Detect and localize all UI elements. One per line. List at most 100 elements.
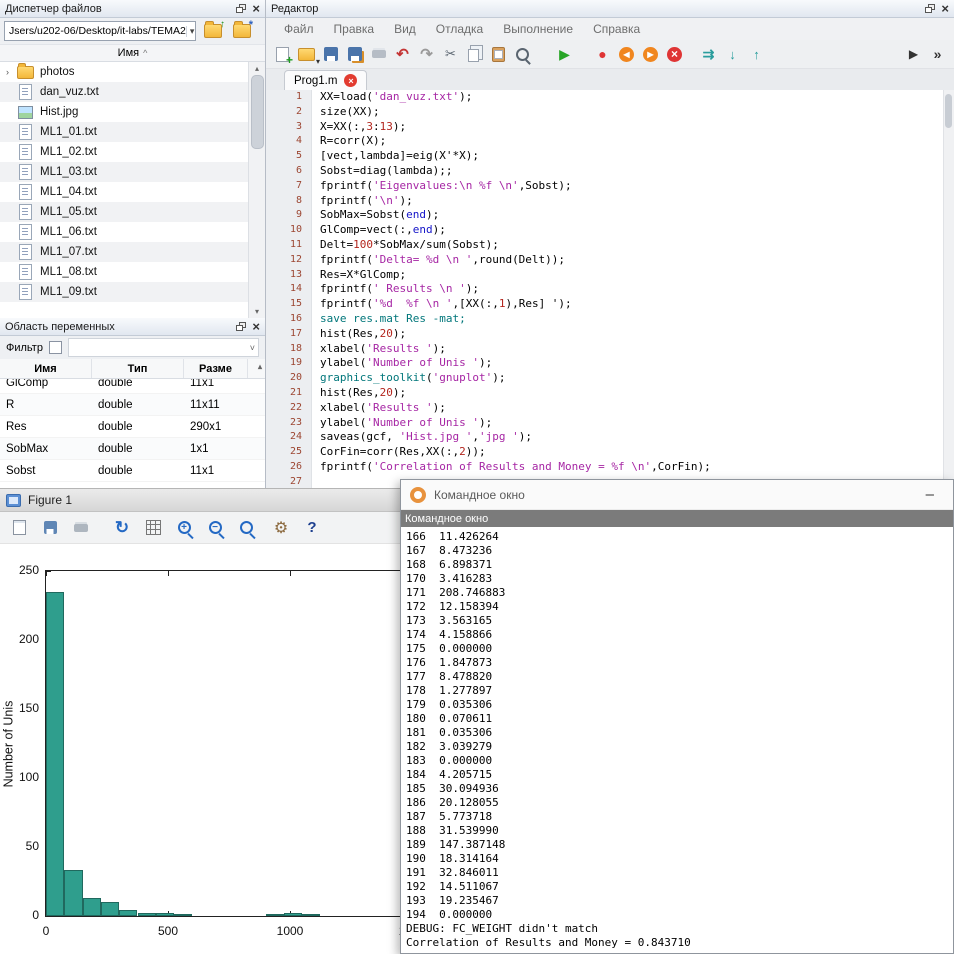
code-line[interactable]: 13Res=X*GlComp;	[266, 268, 944, 283]
code-line[interactable]: 11Delt=100*SobMax/sum(Sobst);	[266, 238, 944, 253]
tab-close-icon[interactable]: ×	[344, 74, 357, 87]
code-line[interactable]: 15fprintf('%d %f \n ',[XX(:,1),Res] ');	[266, 297, 944, 312]
column-type[interactable]: Тип	[92, 359, 184, 378]
list-item[interactable]: ML1_07.txt	[0, 242, 248, 262]
folder-actions-icon[interactable]: *	[229, 20, 254, 42]
find-icon[interactable]	[511, 43, 534, 66]
scroll-down-icon[interactable]: ▾	[255, 305, 259, 318]
menu-item[interactable]: Выполнение	[493, 20, 583, 38]
cut-icon[interactable]	[439, 43, 462, 66]
step-out-icon[interactable]	[745, 43, 768, 66]
breakpoint-icon[interactable]	[591, 43, 614, 66]
code-line[interactable]: 5[vect,lambda]=eig(X'*X);	[266, 149, 944, 164]
undock-icon[interactable]	[236, 4, 246, 13]
undock-icon[interactable]	[236, 322, 246, 331]
variable-row[interactable]: Resdouble290x1	[0, 416, 265, 438]
variable-row[interactable]: Rdouble11x11	[0, 394, 265, 416]
paste-icon[interactable]	[487, 43, 510, 66]
menu-item[interactable]: Справка	[583, 20, 650, 38]
code-line[interactable]: 18xlabel('Results ');	[266, 342, 944, 357]
minimize-icon[interactable]: –	[916, 486, 944, 503]
tab-prog1[interactable]: Prog1.m ×	[284, 70, 367, 90]
refresh-icon[interactable]	[110, 516, 134, 540]
next-breakpoint-icon[interactable]	[639, 43, 662, 66]
variable-row[interactable]: Sobstdouble11x1	[0, 460, 265, 482]
menu-item[interactable]: Правка	[324, 20, 385, 38]
code-line[interactable]: 10GlComp=vect(:,end);	[266, 223, 944, 238]
editor-scrollbar[interactable]	[943, 90, 954, 490]
filter-checkbox[interactable]	[49, 341, 62, 354]
code-line[interactable]: 21hist(Res,20);	[266, 386, 944, 401]
save-icon[interactable]	[319, 43, 342, 66]
code-line[interactable]: 3X=XX(:,3:13);	[266, 120, 944, 135]
overflow-icon[interactable]	[926, 43, 949, 66]
expander-icon[interactable]: ›	[6, 67, 17, 77]
list-item[interactable]: ML1_08.txt	[0, 262, 248, 282]
file-list-scrollbar[interactable]: ▴ ▾	[248, 62, 265, 318]
code-line[interactable]: 19ylabel('Number of Unis ');	[266, 356, 944, 371]
redo-icon[interactable]	[415, 43, 438, 66]
code-line[interactable]: 23ylabel('Number of Unis ');	[266, 416, 944, 431]
menu-item[interactable]: Вид	[384, 20, 426, 38]
undo-icon[interactable]	[391, 43, 414, 66]
zoom-out-icon[interactable]	[203, 516, 227, 540]
list-item[interactable]: Hist.jpg	[0, 102, 248, 122]
list-item[interactable]: ML1_02.txt	[0, 142, 248, 162]
code-line[interactable]: 7fprintf('Eigenvalues:\n %f \n',Sobst);	[266, 179, 944, 194]
sync-folder-icon[interactable]: ↑	[200, 20, 225, 42]
scrollbar-thumb[interactable]	[945, 94, 952, 128]
zoom-box-icon[interactable]	[234, 516, 258, 540]
save-as-icon[interactable]	[343, 43, 366, 66]
list-item[interactable]: dan_vuz.txt	[0, 82, 248, 102]
scroll-up-icon[interactable]: ▴	[255, 62, 259, 75]
code-line[interactable]: 26fprintf('Correlation of Results and Mo…	[266, 460, 944, 475]
code-line[interactable]: 20graphics_toolkit('gnuplot');	[266, 371, 944, 386]
path-combo[interactable]: Jsers/u202-06/Desktop/it-labs/TEMA2 ▾	[4, 21, 196, 41]
fig-print-icon[interactable]	[69, 516, 93, 540]
list-item[interactable]: ML1_03.txt	[0, 162, 248, 182]
prev-breakpoint-icon[interactable]	[615, 43, 638, 66]
combo-arrow-icon[interactable]: ▾	[186, 26, 195, 37]
list-item[interactable]: ML1_06.txt	[0, 222, 248, 242]
undock-icon[interactable]	[925, 4, 935, 13]
fig-new-icon[interactable]	[7, 516, 31, 540]
grid-icon[interactable]	[141, 516, 165, 540]
code-line[interactable]: 25CorFin=corr(Res,XX(:,2));	[266, 445, 944, 460]
code-editor[interactable]: 1XX=load('dan_vuz.txt');2size(XX);3X=XX(…	[266, 90, 944, 490]
filter-combo[interactable]: ˅	[68, 338, 259, 357]
run-secondary-icon[interactable]	[902, 43, 925, 66]
scrollbar-thumb[interactable]	[251, 75, 264, 149]
code-line[interactable]: 4R=corr(X);	[266, 134, 944, 149]
print-icon[interactable]	[367, 43, 390, 66]
command-window-output[interactable]: 166 11.426264167 8.473236168 6.898371170…	[401, 527, 953, 953]
command-window-dock-strip[interactable]: Командное окно	[401, 510, 953, 527]
close-icon[interactable]: ×	[941, 3, 949, 14]
fig-save-icon[interactable]	[38, 516, 62, 540]
variable-row[interactable]: SobMaxdouble1x1	[0, 438, 265, 460]
file-list-header[interactable]: Имя ^	[0, 44, 265, 62]
code-line[interactable]: 22xlabel('Results ');	[266, 401, 944, 416]
code-line[interactable]: 12fprintf('Delta= %d \n ',round(Delt));	[266, 253, 944, 268]
code-line[interactable]: 8fprintf('\n');	[266, 194, 944, 209]
close-icon[interactable]: ×	[252, 3, 260, 14]
menu-item[interactable]: Файл	[274, 20, 324, 38]
code-line[interactable]: 2size(XX);	[266, 105, 944, 120]
column-size[interactable]: Разме	[184, 359, 248, 378]
list-item[interactable]: ML1_05.txt	[0, 202, 248, 222]
close-icon[interactable]: ×	[252, 321, 260, 332]
run-icon[interactable]	[553, 43, 576, 66]
code-line[interactable]: 24saveas(gcf, 'Hist.jpg ','jpg ');	[266, 430, 944, 445]
step-in-icon[interactable]	[721, 43, 744, 66]
code-line[interactable]: 9SobMax=Sobst(end);	[266, 208, 944, 223]
list-item[interactable]: ML1_01.txt	[0, 122, 248, 142]
command-window-titlebar[interactable]: Командное окно –	[401, 480, 953, 510]
list-item[interactable]: ML1_09.txt	[0, 282, 248, 302]
copy-icon[interactable]	[463, 43, 486, 66]
scroll-up-icon[interactable]: ▴	[258, 362, 262, 371]
tools-icon[interactable]	[269, 516, 293, 540]
new-script-icon[interactable]	[271, 43, 294, 66]
code-line[interactable]: 17hist(Res,20);	[266, 327, 944, 342]
code-line[interactable]: 1XX=load('dan_vuz.txt');	[266, 90, 944, 105]
code-line[interactable]: 16save res.mat Res -mat;	[266, 312, 944, 327]
code-line[interactable]: 6Sobst=diag(lambda);;	[266, 164, 944, 179]
